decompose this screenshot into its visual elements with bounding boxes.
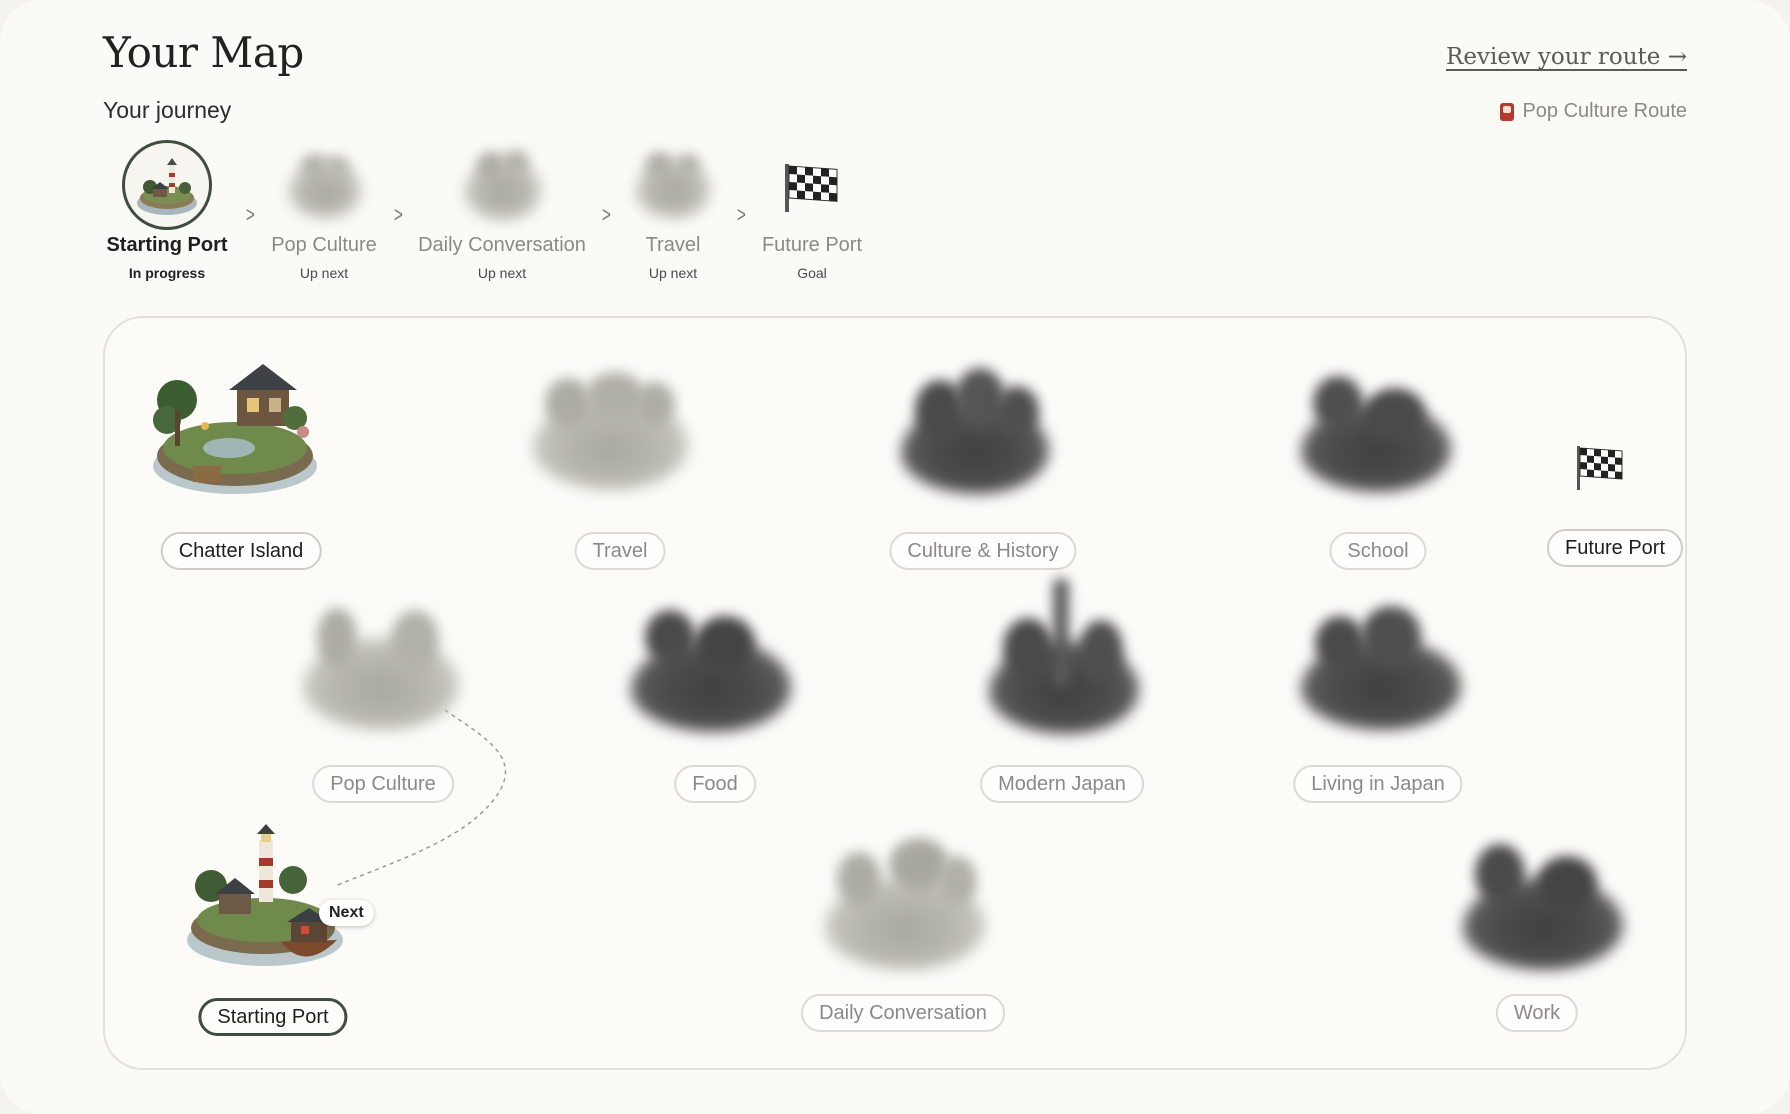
node-label[interactable]: Starting Port bbox=[198, 998, 348, 1036]
checkered-flag-icon bbox=[785, 164, 838, 212]
node-label[interactable]: Travel bbox=[574, 532, 666, 570]
node-label[interactable]: Future Port bbox=[1546, 529, 1684, 567]
node-label[interactable]: Chatter Island bbox=[160, 532, 322, 570]
node-label[interactable]: Modern Japan bbox=[980, 765, 1144, 803]
node-food[interactable] bbox=[625, 596, 795, 736]
checkered-flag-icon bbox=[1577, 446, 1623, 490]
journey-step-name: Future Port bbox=[761, 234, 863, 256]
node-pop-culture[interactable] bbox=[295, 598, 465, 738]
node-label[interactable]: Daily Conversation bbox=[801, 994, 1005, 1032]
node-label[interactable]: Pop Culture bbox=[312, 765, 454, 803]
journey-step-name: Daily Conversation bbox=[418, 234, 586, 256]
node-school[interactable] bbox=[1295, 358, 1455, 498]
island-map: Chatter Island Travel Culture & History … bbox=[103, 316, 1687, 1070]
node-label[interactable]: Food bbox=[674, 765, 756, 803]
map-page: Your Map Review your route → Your journe… bbox=[0, 0, 1790, 1114]
chatter-island-art bbox=[153, 364, 317, 494]
node-label[interactable]: Work bbox=[1495, 994, 1579, 1032]
journey-step-status: Up next bbox=[477, 265, 527, 281]
page-title: Your Map bbox=[103, 28, 304, 77]
journey-step-daily-conversation[interactable]: Daily Conversation Up next bbox=[402, 140, 602, 281]
journey-step-status: Goal bbox=[797, 265, 827, 281]
travel-thumbnail bbox=[628, 140, 718, 230]
journey-step-status: Up next bbox=[299, 265, 349, 281]
node-living-in-japan[interactable] bbox=[1295, 596, 1465, 736]
journey-step-future-port[interactable]: Future Port Goal bbox=[712, 140, 912, 281]
node-label[interactable]: Living in Japan bbox=[1293, 765, 1463, 803]
node-future-port[interactable] bbox=[1571, 438, 1631, 503]
node-chatter-island[interactable] bbox=[145, 348, 325, 513]
journey-step-name: Pop Culture bbox=[271, 234, 377, 256]
node-culture-history[interactable] bbox=[895, 358, 1055, 498]
lighthouse-island-icon bbox=[137, 158, 197, 215]
node-modern-japan[interactable] bbox=[983, 578, 1143, 738]
route-ticket-icon bbox=[1500, 102, 1515, 121]
route-tag: Pop Culture Route bbox=[1500, 100, 1687, 123]
future-port-thumbnail bbox=[767, 140, 857, 230]
node-travel[interactable] bbox=[525, 358, 695, 498]
next-badge: Next bbox=[319, 900, 374, 926]
daily-conversation-thumbnail bbox=[457, 140, 547, 230]
node-label[interactable]: Culture & History bbox=[889, 532, 1077, 570]
node-work[interactable] bbox=[1457, 832, 1627, 982]
review-route-link[interactable]: Review your route → bbox=[1446, 44, 1687, 70]
route-name: Pop Culture Route bbox=[1522, 100, 1687, 122]
node-daily-conversation[interactable] bbox=[819, 828, 989, 978]
journey-heading: Your journey bbox=[103, 97, 232, 123]
starting-port-thumbnail bbox=[122, 140, 212, 230]
pop-culture-thumbnail bbox=[279, 140, 369, 230]
node-label[interactable]: School bbox=[1329, 532, 1427, 570]
